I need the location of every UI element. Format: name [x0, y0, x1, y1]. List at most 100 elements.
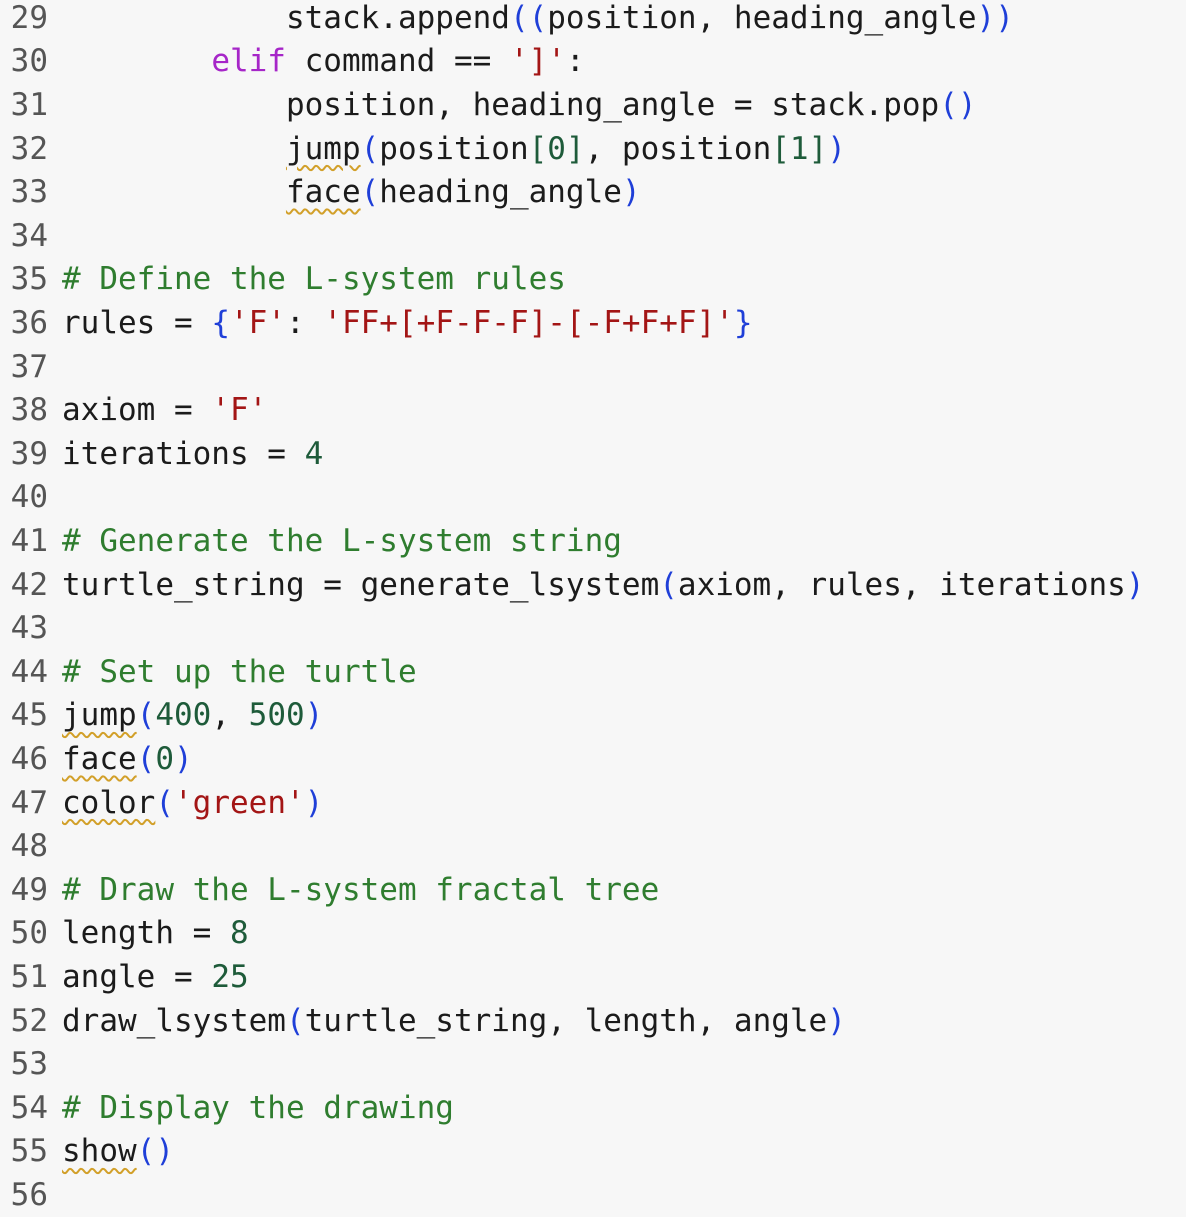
bracket-token: ( [155, 784, 174, 821]
code-line[interactable]: 29 stack.append((position, heading_angle… [0, 0, 1014, 40]
bracket-token: } [733, 304, 753, 341]
code-line[interactable]: 36 rules = {'F': 'FF+[+F-F-F]-[-F+F+F]'} [0, 301, 753, 345]
code-text[interactable]: face(0) [48, 741, 193, 777]
code-line[interactable]: 51 angle = 25 [0, 955, 249, 999]
code-token: axiom, rules, iterations [677, 566, 1126, 603]
number-token: [1] [771, 130, 828, 167]
code-text[interactable]: iterations = 4 [48, 436, 323, 472]
line-number: 53 [10, 1046, 48, 1083]
code-token: stack.append [285, 0, 510, 36]
code-text[interactable]: color('green') [48, 785, 323, 821]
code-line[interactable]: 47 color('green') [0, 781, 324, 825]
code-token: command == [285, 43, 510, 80]
code-text[interactable]: face(heading_angle) [48, 174, 641, 210]
code-text[interactable]: # Draw the L-system fractal tree [48, 872, 659, 908]
bracket-token: ( [360, 130, 380, 167]
code-text[interactable]: # Define the L-system rules [48, 261, 566, 297]
comment-token: # Draw the L-system fractal tree [62, 871, 660, 908]
warned-identifier-token: color [62, 784, 156, 821]
code-line[interactable]: 44 # Set up the turtle [0, 650, 417, 694]
bracket-token: () [136, 1133, 174, 1170]
code-line[interactable]: 40 [0, 476, 62, 520]
code-text[interactable]: position, heading_angle = stack.pop() [48, 87, 977, 123]
code-line[interactable]: 45 jump(400, 500) [0, 694, 324, 738]
code-token: iterations = [62, 435, 305, 472]
line-number: 37 [10, 348, 48, 385]
bracket-token: ) [304, 784, 324, 821]
line-number: 35 [10, 261, 48, 298]
line-number: 36 [10, 304, 48, 341]
code-text[interactable]: # Set up the turtle [48, 654, 417, 690]
bracket-token: ) [174, 740, 193, 777]
string-token: ']' [509, 43, 566, 80]
code-token: heading_angle [379, 174, 622, 211]
code-text[interactable]: jump(400, 500) [48, 697, 323, 733]
code-line[interactable]: 49 # Draw the L-system fractal tree [0, 868, 660, 912]
code-line[interactable]: 50 length = 8 [0, 912, 249, 956]
code-line[interactable]: 38 axiom = 'F' [0, 388, 268, 432]
code-text[interactable]: stack.append((position, heading_angle)) [48, 0, 1014, 36]
line-number: 44 [10, 653, 48, 690]
code-line[interactable]: 54 # Display the drawing [0, 1086, 454, 1130]
line-number: 51 [10, 958, 48, 995]
code-line[interactable]: 31 position, heading_angle = stack.pop() [0, 83, 977, 127]
code-token: position, heading_angle [547, 0, 977, 36]
code-text[interactable]: # Display the drawing [48, 1090, 454, 1126]
code-line[interactable]: 37 [0, 345, 62, 389]
line-number: 45 [10, 697, 48, 734]
code-token: length = [62, 915, 230, 952]
code-line[interactable]: 56 [0, 1173, 62, 1217]
code-line[interactable]: 53 [0, 1042, 62, 1086]
code-token: , [211, 697, 249, 734]
line-number: 29 [10, 0, 48, 36]
code-line[interactable]: 30 elif command == ']': [0, 40, 585, 84]
code-line[interactable]: 39 iterations = 4 [0, 432, 324, 476]
code-text[interactable]: draw_lsystem(turtle_string, length, angl… [48, 1003, 846, 1039]
code-text[interactable]: length = 8 [48, 915, 249, 951]
code-token: position [379, 130, 529, 167]
code-text[interactable]: turtle_string = generate_lsystem(axiom, … [48, 567, 1145, 603]
bracket-token: ( [136, 697, 156, 734]
string-token: 'F' [229, 304, 286, 341]
bracket-token: ) [304, 697, 324, 734]
code-text[interactable]: elif command == ']': [48, 43, 584, 80]
code-token: angle = [62, 958, 212, 995]
code-text[interactable]: angle = 25 [48, 959, 249, 995]
code-text[interactable]: rules = {'F': 'FF+[+F-F-F]-[-F+F+F]'} [48, 305, 753, 341]
code-line[interactable]: 48 [0, 824, 62, 868]
number-token: 0 [155, 740, 174, 777]
code-line[interactable]: 35 # Define the L-system rules [0, 258, 566, 302]
code-line[interactable]: 43 [0, 606, 62, 650]
line-number: 42 [10, 566, 48, 603]
code-text[interactable]: show() [48, 1133, 174, 1169]
code-line[interactable]: 46 face(0) [0, 737, 193, 781]
code-token: rules = [62, 304, 212, 341]
code-line[interactable]: 33 face(heading_angle) [0, 170, 641, 214]
code-line[interactable]: 52 draw_lsystem(turtle_string, length, an… [0, 999, 846, 1043]
line-number: 48 [10, 828, 48, 865]
number-token: 500 [248, 697, 305, 734]
code-token: turtle_string = generate_lsystem [62, 566, 660, 603]
line-number: 41 [10, 522, 48, 559]
code-text[interactable]: axiom = 'F' [48, 392, 267, 428]
line-number: 30 [10, 43, 48, 80]
code-line[interactable]: 34 [0, 214, 62, 258]
bracket-token: ( [285, 1002, 305, 1039]
code-text[interactable]: # Generate the L-system string [48, 523, 622, 559]
code-line[interactable]: 42 turtle_string = generate_lsystem(axiom… [0, 563, 1145, 607]
line-number: 46 [10, 740, 48, 777]
comment-token: # Generate the L-system string [62, 522, 622, 559]
line-number: 54 [10, 1089, 48, 1126]
code-text[interactable]: jump(position[0], position[1]) [48, 131, 846, 167]
number-token: [0] [528, 130, 585, 167]
string-token: 'green' [174, 784, 305, 821]
code-line[interactable]: 41 # Generate the L-system string [0, 519, 622, 563]
code-editor[interactable]: 29 stack.append((position, heading_angle… [0, 0, 1186, 1213]
line-number: 52 [10, 1002, 48, 1039]
code-line[interactable]: 55 show() [0, 1130, 174, 1174]
code-line[interactable]: 32 jump(position[0], position[1]) [0, 127, 846, 171]
